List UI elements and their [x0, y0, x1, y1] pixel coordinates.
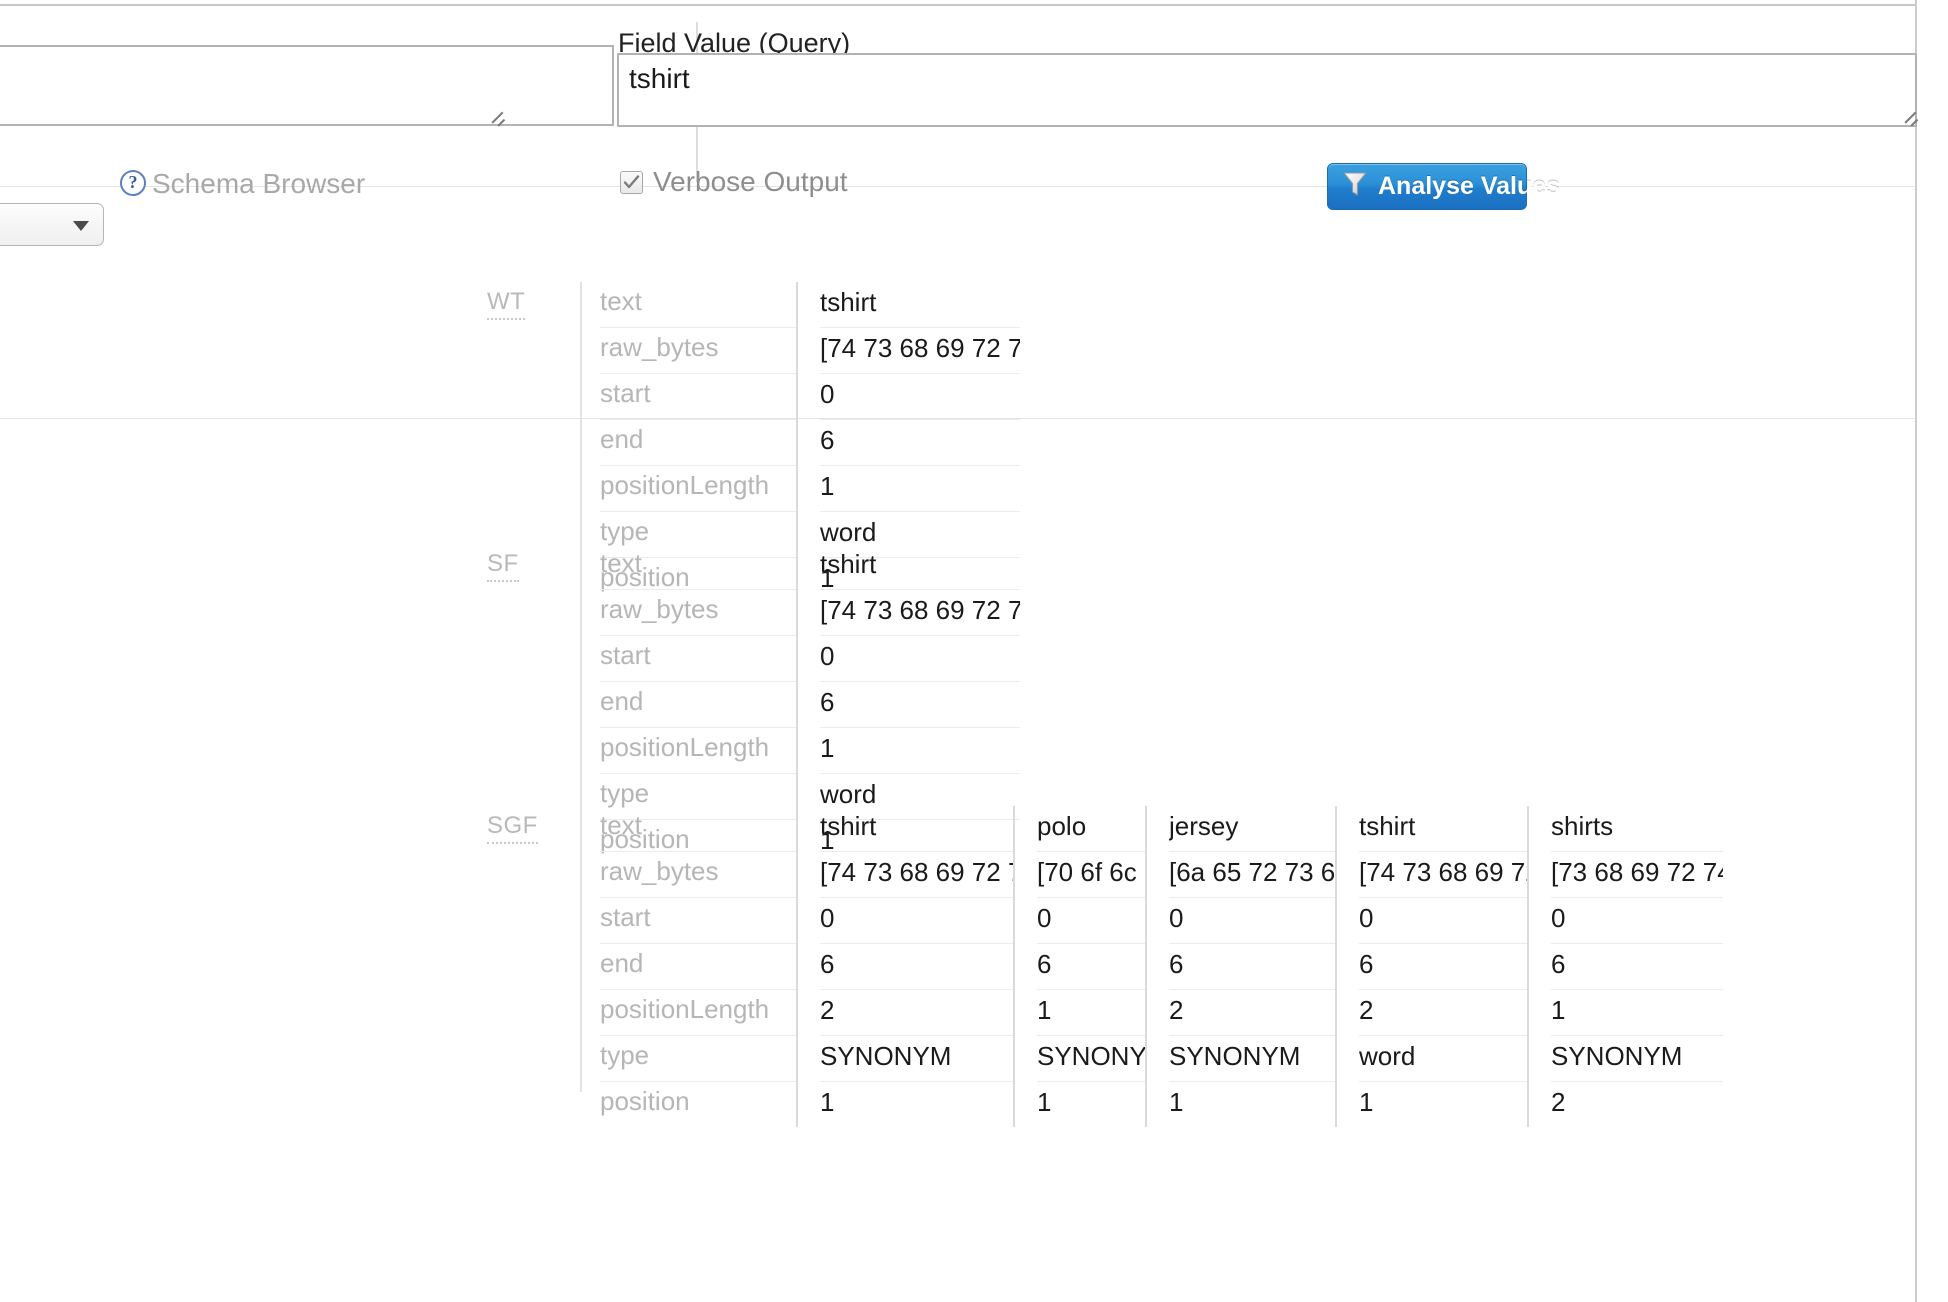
chevron-down-icon — [73, 221, 89, 231]
token-column: jersey [6a 65 72 73 65 79] 0 6 2 SYNONYM… — [1145, 806, 1335, 1127]
token-position-length: 1 — [1551, 990, 1723, 1036]
token-end: 6 — [820, 682, 1020, 728]
token-type: SYNONYM — [1037, 1036, 1145, 1082]
token-position-length: 2 — [1169, 990, 1335, 1036]
token-end: 6 — [1359, 944, 1527, 990]
analysis-form-region: Field Value (Query) — [0, 6, 1917, 187]
stage-separator — [580, 806, 582, 1092]
stage-abbr-label[interactable]: SF — [487, 550, 519, 582]
attribute-label: end — [600, 420, 796, 466]
attribute-label: end — [600, 944, 796, 990]
stage-abbr-label[interactable]: WT — [487, 288, 526, 320]
token-position-length: 2 — [820, 990, 1013, 1036]
token-text: tshirt — [1359, 806, 1527, 852]
attribute-label: start — [600, 898, 796, 944]
token-position: 2 — [1551, 1087, 1566, 1117]
schema-browser-link[interactable]: Schema Browser — [152, 168, 365, 200]
stage-abbr-label[interactable]: SGF — [487, 812, 538, 844]
token-raw-bytes: [74 73 68 69 72 74] — [820, 852, 1013, 898]
token-raw-bytes: [74 73 68 69 72 74] — [820, 590, 1020, 636]
token-column: tshirt [74 73 68 69 72 74] 0 6 2 word 1 — [1335, 806, 1527, 1127]
token-end: 6 — [820, 420, 1020, 466]
token-end: 6 — [1551, 944, 1723, 990]
token-column: polo [70 6f 6c 6f] 0 6 1 SYNONYM 1 — [1013, 806, 1145, 1127]
token-text: tshirt — [820, 282, 1020, 328]
token-position-length: 2 — [1359, 990, 1527, 1036]
attribute-label: raw_bytes — [600, 590, 796, 636]
token-columns: tshirt [74 73 68 69 72 74] 0 6 2 SYNONYM… — [796, 806, 1723, 1127]
attribute-label: end — [600, 682, 796, 728]
field-name-textarea[interactable] — [0, 45, 614, 126]
token-column: tshirt [74 73 68 69 72 74] 0 6 2 SYNONYM… — [796, 806, 1013, 1127]
token-start: 0 — [1037, 898, 1145, 944]
token-raw-bytes: [73 68 69 72 74 73] — [1551, 852, 1723, 898]
token-raw-bytes: [6a 65 72 73 65 79] — [1169, 852, 1335, 898]
attribute-label: start — [600, 636, 796, 682]
token-type: word — [1359, 1036, 1527, 1082]
attribute-label: text — [600, 544, 796, 590]
question-mark-icon[interactable]: ? — [120, 170, 146, 196]
token-end: 6 — [1169, 944, 1335, 990]
token-start: 0 — [1169, 898, 1335, 944]
attribute-label-column: text raw_bytes start end positionLength … — [600, 806, 796, 1127]
token-position: 1 — [1037, 1087, 1052, 1117]
field-value-query-textarea[interactable] — [617, 53, 1917, 127]
attribute-label: text — [600, 282, 796, 328]
token-text: tshirt — [820, 544, 1020, 590]
token-position: 1 — [1359, 1087, 1374, 1117]
token-raw-bytes: [70 6f 6c 6f] — [1037, 852, 1145, 898]
stage-separator — [580, 282, 582, 568]
token-position-length: 1 — [1037, 990, 1145, 1036]
funnel-filter-icon — [1342, 170, 1368, 203]
token-end: 6 — [1037, 944, 1145, 990]
stage-separator — [580, 544, 582, 830]
verbose-output-checkbox[interactable] — [620, 171, 643, 194]
token-raw-bytes: [74 73 68 69 72 74] — [820, 328, 1020, 374]
attribute-label: start — [600, 374, 796, 420]
token-position: 1 — [1169, 1087, 1184, 1117]
attribute-label: positionLength — [600, 466, 796, 512]
token-type: SYNONYM — [1169, 1036, 1335, 1082]
attribute-label: raw_bytes — [600, 328, 796, 374]
attribute-label: positionLength — [600, 990, 796, 1036]
token-type: SYNONYM — [820, 1036, 1013, 1082]
token-start: 0 — [820, 898, 1013, 944]
token-text: jersey — [1169, 806, 1335, 852]
token-position: 1 — [820, 1087, 835, 1117]
token-end: 6 — [820, 944, 1013, 990]
token-start: 0 — [820, 636, 1020, 682]
token-start: 0 — [1359, 898, 1527, 944]
token-start: 0 — [1551, 898, 1723, 944]
attribute-label: position — [600, 1086, 690, 1116]
token-text: shirts — [1551, 806, 1723, 852]
token-text: tshirt — [820, 806, 1013, 852]
attribute-label: type — [600, 1036, 796, 1082]
token-text: polo — [1037, 806, 1145, 852]
attribute-label: positionLength — [600, 728, 796, 774]
token-position-length: 1 — [820, 466, 1020, 512]
analyse-values-button[interactable]: Analyse Values — [1327, 163, 1560, 210]
analyse-values-button-label: Analyse Values — [1378, 172, 1561, 200]
verbose-output-label: Verbose Output — [653, 166, 848, 197]
page-right-border — [1915, 0, 1917, 1302]
token-raw-bytes: [74 73 68 69 72 74] — [1359, 852, 1527, 898]
token-position-length: 1 — [820, 728, 1020, 774]
analysis-results: WT text raw_bytes start end positionLeng… — [0, 240, 1915, 1302]
attribute-label: text — [600, 806, 796, 852]
token-type: SYNONYM — [1551, 1036, 1723, 1082]
attribute-label: raw_bytes — [600, 852, 796, 898]
token-column: shirts [73 68 69 72 74 73] 0 6 1 SYNONYM… — [1527, 806, 1723, 1127]
token-start: 0 — [820, 374, 1020, 420]
